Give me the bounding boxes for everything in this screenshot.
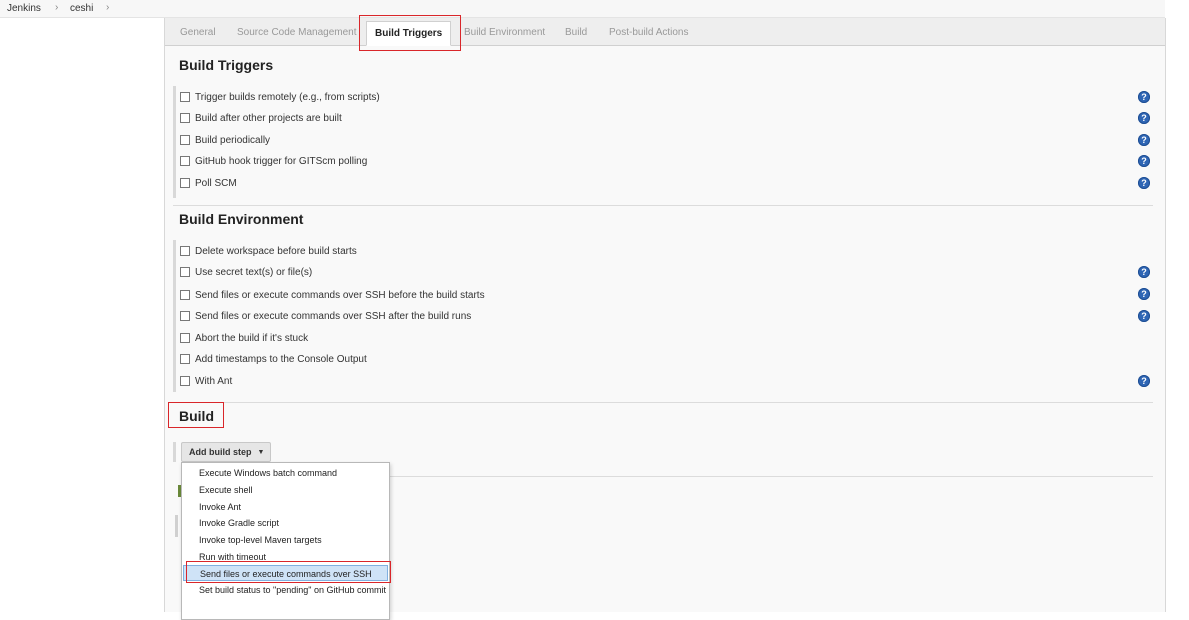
trigger-option[interactable]: Build periodically — [180, 133, 270, 147]
help-icon[interactable]: ? — [1138, 266, 1150, 278]
tab-general[interactable]: General — [180, 27, 216, 38]
help-icon[interactable]: ? — [1138, 155, 1150, 167]
section-divider — [389, 476, 1153, 477]
help-icon[interactable]: ? — [1138, 375, 1150, 387]
menu-item[interactable]: Invoke Ant — [183, 499, 388, 515]
menu-item[interactable]: Execute Windows batch command — [183, 465, 388, 481]
trigger-option[interactable]: Poll SCM — [180, 176, 237, 190]
tab-build-triggers[interactable]: Build Triggers — [366, 21, 452, 46]
checkbox[interactable] — [180, 156, 190, 166]
tab-build[interactable]: Build — [565, 27, 587, 38]
environment-option[interactable]: Send files or execute commands over SSH … — [180, 309, 471, 323]
section-divider — [173, 402, 1153, 403]
config-panel: General Source Code Management Build Tri… — [164, 15, 1166, 620]
menu-item-selected[interactable]: Send files or execute commands over SSH — [183, 565, 388, 581]
checkbox[interactable] — [180, 376, 190, 386]
checkbox[interactable] — [180, 290, 190, 300]
environment-option[interactable]: Send files or execute commands over SSH … — [180, 288, 485, 302]
checkbox[interactable] — [180, 92, 190, 102]
caret-down-icon: ▼ — [257, 449, 265, 456]
breadcrumb-ceshi[interactable]: ceshi — [70, 3, 93, 14]
trigger-option[interactable]: GitHub hook trigger for GITScm polling — [180, 154, 367, 168]
checkbox[interactable] — [180, 135, 190, 145]
trigger-option[interactable]: Trigger builds remotely (e.g., from scri… — [180, 90, 380, 104]
section-title-build: Build — [179, 408, 214, 424]
menu-item[interactable]: Set build status to "pending" on GitHub … — [183, 582, 388, 598]
environment-option[interactable]: Delete workspace before build starts — [180, 244, 357, 258]
checkbox[interactable] — [180, 246, 190, 256]
page-margin — [1165, 0, 1189, 612]
tab-build-environment[interactable]: Build Environment — [464, 27, 545, 38]
menu-item[interactable]: Execute shell — [183, 482, 388, 498]
breadcrumb: Jenkins › ceshi › — [0, 0, 1165, 18]
build-step-menu: Execute Windows batch command Execute sh… — [181, 462, 391, 620]
section-title-build-environment: Build Environment — [179, 211, 304, 227]
section-indent-bar — [173, 86, 176, 198]
menu-item[interactable]: Invoke top-level Maven targets — [183, 532, 388, 548]
tab-post-build-actions[interactable]: Post-build Actions — [609, 27, 689, 38]
add-build-step-button[interactable]: Add build step ▼ — [181, 442, 272, 462]
checkbox[interactable] — [180, 267, 190, 277]
checkbox[interactable] — [180, 311, 190, 321]
breadcrumb-jenkins[interactable]: Jenkins — [7, 3, 41, 14]
checkbox[interactable] — [180, 113, 190, 123]
hidden-row-marker — [175, 515, 178, 537]
environment-option[interactable]: Use secret text(s) or file(s) — [180, 265, 312, 279]
help-icon[interactable]: ? — [1138, 310, 1150, 322]
environment-option[interactable]: Abort the build if it's stuck — [180, 331, 308, 345]
help-icon[interactable]: ? — [1138, 112, 1150, 124]
tab-source-code-management[interactable]: Source Code Management — [237, 27, 357, 38]
menu-item[interactable]: Run with timeout — [183, 549, 388, 565]
tab-bar: General Source Code Management Build Tri… — [165, 18, 1165, 46]
help-icon[interactable]: ? — [1138, 288, 1150, 300]
section-indent-bar — [173, 442, 176, 462]
section-title-build-triggers: Build Triggers — [179, 57, 274, 73]
environment-option[interactable]: With Ant — [180, 374, 232, 388]
breadcrumb-separator-icon: › — [106, 2, 110, 13]
section-divider — [173, 205, 1153, 206]
section-indent-bar — [173, 240, 176, 392]
help-icon[interactable]: ? — [1138, 134, 1150, 146]
help-icon[interactable]: ? — [1138, 91, 1150, 103]
help-icon[interactable]: ? — [1138, 177, 1150, 189]
menu-item[interactable]: Invoke Gradle script — [183, 515, 388, 531]
checkbox[interactable] — [180, 354, 190, 364]
checkbox[interactable] — [180, 333, 190, 343]
trigger-option[interactable]: Build after other projects are built — [180, 111, 342, 125]
breadcrumb-separator-icon: › — [55, 2, 59, 13]
environment-option[interactable]: Add timestamps to the Console Output — [180, 352, 367, 366]
checkbox[interactable] — [180, 178, 190, 188]
